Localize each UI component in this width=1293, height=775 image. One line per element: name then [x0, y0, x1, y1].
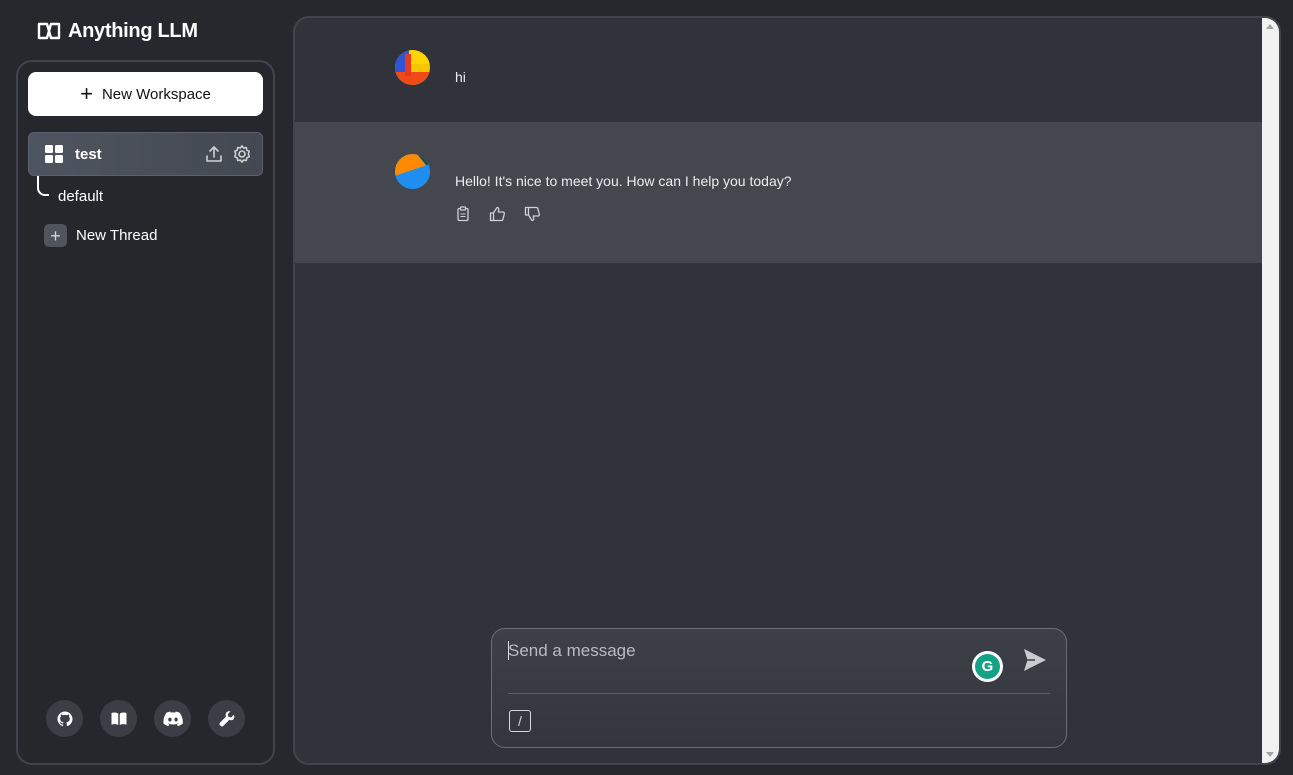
chat-scrollbar[interactable] [1262, 18, 1279, 763]
message-composer: G / [491, 628, 1067, 748]
new-thread-label: New Thread [76, 227, 158, 244]
sidebar-footer [46, 700, 245, 737]
assistant-avatar [395, 154, 430, 189]
workspace-grid-icon [45, 145, 63, 163]
send-button[interactable] [1022, 647, 1048, 678]
grammarly-icon: G [975, 654, 1000, 679]
chat-message-assistant: Hello! It's nice to meet you. How can I … [295, 122, 1265, 263]
grammarly-button[interactable]: G [972, 651, 1003, 682]
message-actions [455, 206, 541, 222]
slash-command-icon: / [518, 713, 522, 729]
message-text: Hello! It's nice to meet you. How can I … [455, 173, 792, 189]
workspace-name: test [75, 145, 102, 163]
chat-panel: hi Hello! It's nice to meet you. How can… [293, 16, 1281, 765]
discord-button[interactable] [154, 700, 191, 737]
new-thread-button[interactable]: + New Thread [44, 224, 157, 247]
chat-message-user: hi [295, 18, 1265, 122]
gear-icon[interactable] [232, 144, 252, 164]
docs-book-icon [111, 712, 126, 725]
settings-button[interactable] [208, 700, 245, 737]
plus-icon: + [80, 81, 93, 106]
message-text: hi [455, 69, 466, 85]
slash-commands-button[interactable]: / [509, 710, 531, 732]
docs-button[interactable] [100, 700, 137, 737]
text-caret [508, 641, 509, 660]
send-arrow-icon [1024, 649, 1046, 671]
sidebar: + New Workspace test default + New Threa… [16, 60, 275, 765]
plus-icon: + [44, 224, 67, 247]
thumbs-down-icon[interactable] [524, 206, 541, 222]
sidebar-item-workspace-test[interactable]: test [28, 132, 263, 176]
app-window: Anything LLM + New Workspace test defaul… [0, 0, 1293, 775]
brand-name: Anything LLM [68, 19, 198, 42]
message-input[interactable] [508, 639, 948, 663]
brand-logo: Anything LLM [37, 18, 198, 44]
anything-llm-logo-icon [37, 22, 61, 40]
github-icon [57, 711, 72, 726]
new-workspace-button[interactable]: + New Workspace [28, 72, 263, 116]
thumbs-up-icon[interactable] [489, 206, 506, 222]
composer-divider [508, 693, 1050, 694]
new-workspace-label: New Workspace [101, 85, 211, 103]
thread-item-default[interactable]: default [58, 188, 103, 205]
scroll-down-arrow-icon[interactable] [1266, 752, 1274, 757]
copy-clipboard-icon[interactable] [455, 206, 471, 222]
scroll-up-arrow-icon[interactable] [1266, 24, 1274, 29]
discord-icon [162, 711, 183, 726]
user-avatar [395, 50, 430, 85]
github-button[interactable] [46, 700, 83, 737]
thread-connector [37, 176, 49, 196]
settings-wrench-icon [218, 710, 234, 726]
upload-icon[interactable] [204, 144, 224, 164]
